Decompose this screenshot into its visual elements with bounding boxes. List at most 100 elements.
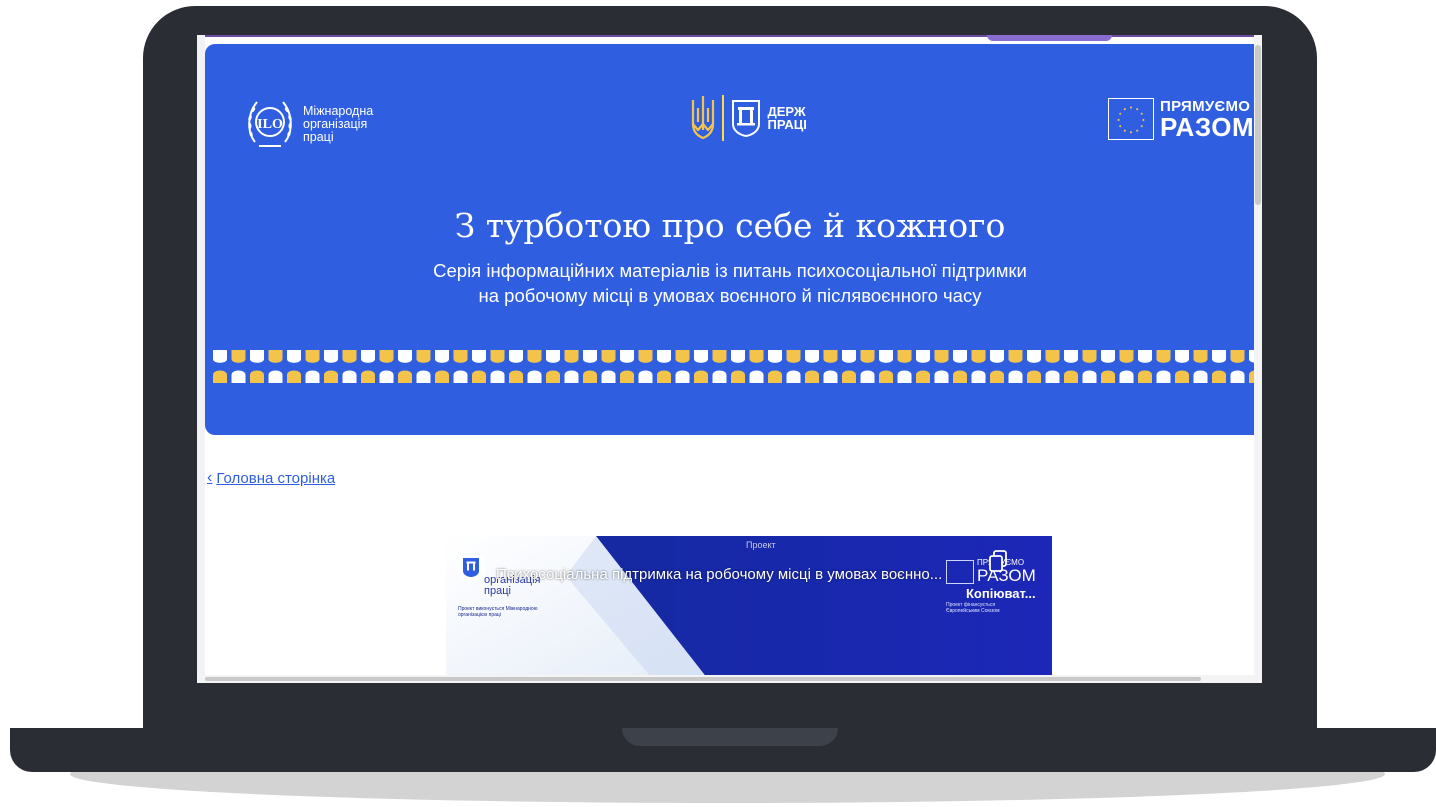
video-title[interactable]: Психосоціальна підтримка на робочому міс…	[496, 566, 942, 583]
pattern-shape	[1230, 350, 1245, 363]
ilo-name-line: Міжнародна	[303, 103, 374, 118]
derzhpratsi-logo[interactable]: ДЕРЖ ПРАЦІ	[690, 94, 807, 142]
copy-link-icon[interactable]	[988, 550, 1008, 572]
pattern-shape	[786, 370, 801, 383]
logo-divider	[722, 95, 724, 141]
pattern-shape	[527, 370, 542, 383]
trident-icon	[691, 96, 715, 140]
ilo-emblem-icon: ILO	[248, 101, 292, 147]
eu-stars-icon	[1108, 98, 1154, 140]
pattern-shape	[712, 370, 727, 383]
pattern-shape	[934, 370, 949, 383]
pattern-shape	[250, 350, 264, 363]
pattern-shape	[620, 370, 634, 383]
pattern-shape	[1101, 370, 1115, 383]
pattern-shape	[231, 350, 246, 363]
derzhpratsi-text: ДЕРЖ ПРАЦІ	[768, 105, 807, 131]
pattern-shape	[287, 350, 301, 363]
video-embed[interactable]: організація праці Проект виконується Між…	[446, 536, 1052, 683]
pattern-shape	[768, 350, 782, 363]
pattern-shape	[379, 370, 394, 383]
pratsi-line: ПРАЦІ	[767, 117, 807, 132]
copy-link-label[interactable]: Копіюват...	[966, 586, 1036, 601]
eu-line-2: РАЗОМ	[1160, 111, 1255, 142]
derzhpratsi-shield-icon	[731, 100, 760, 138]
laptop-notch	[622, 728, 838, 746]
pattern-shape	[897, 370, 912, 383]
home-back-label: Головна сторінка	[216, 469, 336, 487]
pattern-shape	[601, 370, 616, 383]
pattern-shape	[546, 350, 560, 363]
pattern-shape	[583, 350, 597, 363]
pattern-shape	[1008, 350, 1023, 363]
pattern-shape	[453, 350, 468, 363]
pattern-shape	[250, 370, 264, 383]
pattern-shape	[990, 350, 1004, 363]
pattern-shape	[749, 350, 764, 363]
pattern-shape	[842, 370, 856, 383]
chevron-left-icon: ‹	[207, 469, 213, 486]
vertical-scroll-thumb[interactable]	[1255, 45, 1261, 205]
pattern-shape	[231, 370, 246, 383]
pattern-shape	[916, 350, 930, 363]
pattern-shape	[990, 370, 1004, 383]
page-title: З турботою про себе й кожного	[454, 206, 1006, 245]
pattern-shape	[971, 370, 986, 383]
video-ilo-line: праці	[484, 585, 511, 597]
pattern-shape	[361, 350, 375, 363]
pattern-shape	[934, 350, 949, 363]
pattern-shape	[1101, 350, 1115, 363]
hero-banner: ILO Міжнародна організація праці ДЕРЖ ПР…	[205, 44, 1255, 435]
pattern-shape	[398, 350, 412, 363]
pattern-shape	[213, 370, 227, 383]
pattern-shape	[324, 350, 338, 363]
pattern-shape	[953, 350, 967, 363]
pattern-shape	[213, 350, 227, 363]
horizontal-scroll-thumb[interactable]	[205, 677, 1201, 681]
pattern-shape	[472, 370, 486, 383]
pattern-shape	[1045, 350, 1060, 363]
pattern-shape	[638, 350, 653, 363]
pattern-shape	[1156, 350, 1171, 363]
ilo-name-line: праці	[303, 129, 334, 144]
pattern-shape	[842, 350, 856, 363]
pattern-shape	[657, 370, 671, 383]
pattern-shape	[1138, 350, 1152, 363]
video-eu-flag-icon	[946, 560, 974, 584]
video-project-note: Проект виконується Міжнародною організац…	[458, 606, 538, 618]
pattern-shape	[1230, 370, 1245, 383]
svg-text:ILO: ILO	[257, 117, 283, 132]
decorative-pattern	[213, 350, 1255, 383]
pattern-shape	[916, 370, 930, 383]
pattern-shape	[379, 350, 394, 363]
pattern-shape	[805, 350, 819, 363]
pattern-shape	[768, 370, 782, 383]
pattern-shape	[694, 350, 708, 363]
pattern-shape	[1027, 370, 1041, 383]
ilo-name: Міжнародна організація праці	[303, 103, 374, 144]
pattern-shape	[398, 370, 412, 383]
pattern-shape	[1027, 350, 1041, 363]
pattern-shape	[953, 370, 967, 383]
tab-indicator	[987, 35, 1112, 41]
pattern-shape	[1175, 350, 1189, 363]
eu-pryamuiemo-logo[interactable]: ПРЯМУЄМО РАЗОМ	[1108, 98, 1254, 140]
pattern-shape	[490, 370, 505, 383]
ilo-logo[interactable]: ILO Міжнародна організація праці	[245, 94, 373, 154]
pattern-shape	[527, 350, 542, 363]
pattern-shape	[268, 350, 283, 363]
pattern-shape	[1045, 370, 1060, 383]
browser-viewport: ILO Міжнародна організація праці ДЕРЖ ПР…	[197, 35, 1262, 683]
pattern-shape	[823, 350, 838, 363]
pattern-shape	[1193, 350, 1208, 363]
home-back-link[interactable]: ‹ Головна сторінка	[207, 469, 335, 487]
pattern-shape	[1175, 370, 1189, 383]
pattern-shape	[675, 350, 690, 363]
pattern-shape	[1008, 370, 1023, 383]
channel-avatar[interactable]	[456, 552, 486, 582]
pattern-shape	[1064, 350, 1078, 363]
pattern-shape	[1082, 350, 1097, 363]
pattern-shape	[305, 370, 320, 383]
pattern-shape	[657, 350, 671, 363]
derzhpratsi-avatar-icon	[463, 558, 479, 577]
